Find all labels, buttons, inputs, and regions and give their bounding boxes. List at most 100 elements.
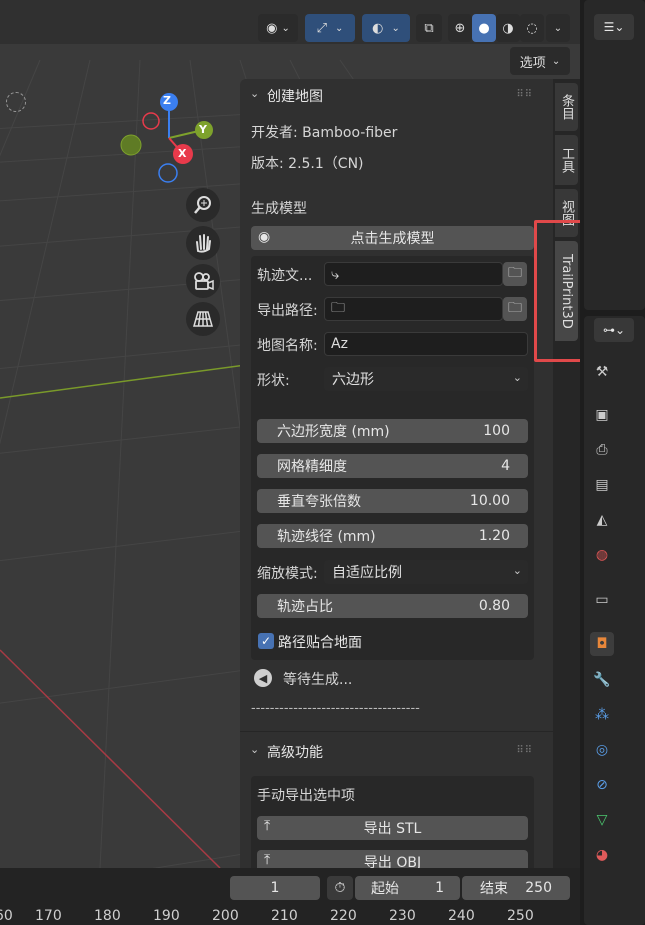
drag-handle-icon[interactable]: ⠿⠿ [516,89,533,100]
material-sphere-icon[interactable]: ◕ [590,843,614,867]
constraints-icon[interactable]: ⊘ [590,773,614,797]
output-icon[interactable]: ⎙ [590,438,614,462]
export-stl-button[interactable]: ⤒ 导出 STL [257,816,528,840]
render-icon[interactable]: ▣ [590,403,614,427]
track-file-browse-button[interactable]: 🗀 [503,262,527,286]
slider-label: 网格精细度 [277,459,347,475]
origin-marker-icon[interactable] [6,92,26,112]
slider-value: 1.20 [478,528,510,544]
folder-icon: 🗀 [508,265,522,281]
fit-ground-checkbox[interactable]: ✓ [258,633,274,649]
zoom-icon[interactable] [186,188,220,222]
panel-title[interactable]: 创建地图 [267,86,323,106]
chevron-down-icon: ⌄ [391,22,400,34]
gizmo-icon: ⤢ [316,20,327,36]
gizmo-toggle[interactable]: ⤢ ⌄ [305,14,355,42]
ruler-tick-label: 230 [389,908,416,924]
world-icon[interactable]: ◍ [590,543,614,567]
tab-item[interactable]: 条目 [555,83,578,131]
perspective-grid-icon[interactable] [186,302,220,336]
end-value: 250 [525,880,552,896]
fit-ground-label[interactable]: 路径贴合地面 [278,632,362,652]
overlays-toggle[interactable]: ◐ ⌄ [362,14,410,42]
tool-icon[interactable]: ⚒ [590,360,614,384]
material-shading-button[interactable]: ◑ [496,14,520,42]
rendered-shading-button[interactable]: ◌ [520,14,544,42]
outliner-display-dropdown[interactable]: ☰⌄ [594,14,634,40]
export-path-browse-button[interactable]: 🗀 [503,297,527,321]
particles-icon[interactable]: ⁂ [590,703,614,727]
rendered-icon: ◌ [526,20,538,36]
slider-label: 六边形宽度 (mm) [277,424,390,440]
properties-editor-dropdown[interactable]: ⊶⌄ [594,318,634,342]
shading-options-dropdown[interactable]: ⌄ [546,14,570,42]
generate-model-button[interactable]: ◉ 点击生成模型 [251,226,534,250]
toggle-icon: ⊶⌄ [602,323,626,337]
chevron-down-icon: ⌄ [551,55,561,67]
wireframe-shading-button[interactable]: ⊕ [448,14,472,42]
disc-icon: ◉ [258,229,271,245]
slider-value: 100 [483,423,510,439]
chevron-down-icon: ⌄ [335,22,344,34]
advanced-collapse-icon[interactable]: ⌄ [250,743,259,756]
slider-track-width[interactable]: 轨迹线径 (mm) 1.20 [257,524,528,548]
options-dropdown[interactable]: 选项 ⌄ [510,47,570,75]
slider-label: 轨迹占比 [277,599,333,615]
slider-mesh-detail[interactable]: 网格精细度 4 [257,454,528,478]
start-label: 起始 [371,881,399,897]
tab-tool[interactable]: 工具 [555,135,578,185]
gizmo-y-label: Y [199,123,207,136]
shape-dropdown[interactable]: 六边形 ⌄ [324,367,528,391]
shape-label: 形状: [257,373,290,389]
panel-collapse-icon[interactable]: ⌄ [250,87,259,100]
end-frame-field[interactable]: 结束 250 [462,876,570,900]
scale-mode-value: 自适应比例 [332,565,402,581]
overlays-icon: ◐ [372,20,384,36]
drag-handle-icon[interactable]: ⠿⠿ [516,745,533,756]
physics-icon[interactable]: ◎ [590,738,614,762]
sidebar-tabs: 条目 工具 视图 TrailPrint3D [553,79,580,868]
chevron-down-icon: ⌄ [512,371,522,384]
stopwatch-icon[interactable]: ⏱ [327,876,353,900]
view-layer-icon[interactable]: ▤ [590,473,614,497]
folder-icon: 🗀 [508,300,522,316]
export-obj-label: 导出 OBJ [363,855,422,868]
upload-icon: ⤒ [264,818,271,834]
divider-text: ------------------------------------ [251,701,420,716]
curve-icon: ⤷ [331,265,340,283]
pan-hand-icon[interactable] [186,226,220,260]
scale-mode-dropdown[interactable]: 自适应比例 ⌄ [324,560,528,584]
manual-export-label: 手动导出选中项 [257,788,355,804]
ruler-tick-label: 250 [507,908,534,924]
track-file-input[interactable]: ⤷ [324,262,503,286]
slider-track-ratio[interactable]: 轨迹占比 0.80 [257,594,528,618]
current-frame-field[interactable]: 1 [230,876,320,900]
folder-icon: 🗀 [331,300,345,316]
slider-hex-width[interactable]: 六边形宽度 (mm) 100 [257,419,528,443]
scene-icon[interactable]: ◭ [590,508,614,532]
camera-icon[interactable] [186,264,220,298]
visibility-dropdown[interactable]: ◉ ⌄ [258,14,298,42]
solid-shading-button[interactable]: ● [472,14,496,42]
start-frame-field[interactable]: 起始 1 [355,876,460,900]
modifier-wrench-icon[interactable]: 🔧 [590,668,614,692]
outliner-area [584,0,645,310]
slider-value: 10.00 [469,493,510,509]
data-mesh-icon[interactable]: ▽ [590,808,614,832]
collection-icon[interactable]: ▭ [590,588,614,612]
chevron-down-icon: ⌄ [281,22,290,34]
checkmark-icon: ✓ [260,634,272,648]
map-name-input[interactable]: Aᴢ [324,332,528,356]
upload-icon: ⤒ [264,852,271,868]
export-stl-label: 导出 STL [363,821,422,837]
ruler-tick-label: 190 [153,908,180,924]
export-path-input[interactable]: 🗀 [324,297,503,321]
version-text: 版本: 2.5.1（CN) [251,156,364,172]
ruler-tick-label: 200 [212,908,239,924]
slider-vertical-exaggeration[interactable]: 垂直夸张倍数 10.00 [257,489,528,513]
advanced-title[interactable]: 高级功能 [267,742,323,762]
export-obj-button[interactable]: ⤒ 导出 OBJ [257,850,528,868]
xray-toggle[interactable]: ⧉ [416,14,442,42]
object-icon[interactable]: ◘ [590,632,614,656]
viewport-header: ◉ ⌄ ⤢ ⌄ ◐ ⌄ ⧉ ⊕ ● ◑ ◌ ⌄ [0,0,580,44]
